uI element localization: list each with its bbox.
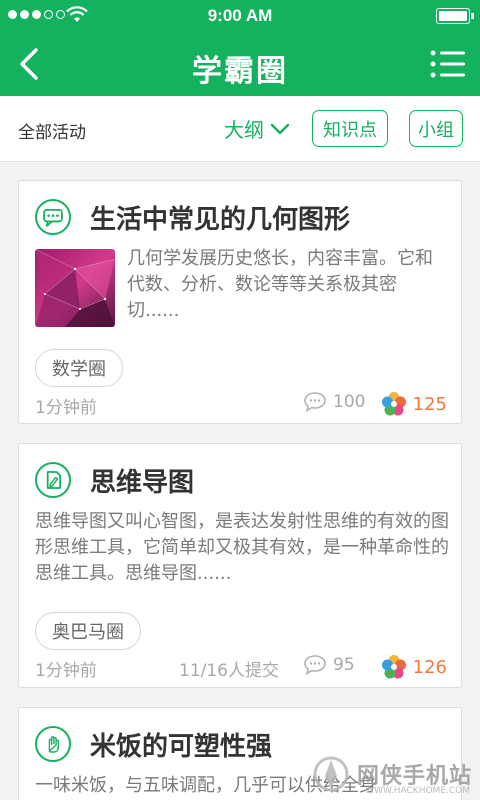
post-title[interactable]: 思维导图 xyxy=(90,462,194,499)
post-description: 思维导图又叫心智图，是表达发射性思维的有效的图形思维工具，它简单却又极其有效，是… xyxy=(35,511,449,584)
post-time: 1分钟前 xyxy=(35,661,97,681)
likes-count[interactable]: 126 xyxy=(381,654,447,680)
flower-like-icon xyxy=(381,655,406,679)
post-card[interactable]: 思维导图 思维导图又叫心智图，是表达发射性思维的有效的图形思维工具，它简单却又极… xyxy=(18,443,462,688)
post-time: 1分钟前 xyxy=(35,398,97,418)
post-title[interactable]: 生活中常见的几何图形 xyxy=(90,199,350,236)
submission-count: 11/16人提交 xyxy=(179,661,279,681)
back-arrow-icon[interactable] xyxy=(12,44,52,84)
comments-count[interactable]: 95 xyxy=(303,654,355,676)
watermark-url: WWW.HACKHOME.COM xyxy=(365,786,470,796)
circle-tag[interactable]: 奥巴马圈 xyxy=(35,612,141,650)
comments-count[interactable]: 100 xyxy=(303,391,365,413)
status-time: 9:00 AM xyxy=(207,6,273,25)
battery-icon xyxy=(436,8,474,24)
post-card[interactable]: 生活中常见的几何图形 几何学发展历史悠长，内容丰富。它和代数、分析、数论等等关系… xyxy=(18,180,462,424)
outline-dropdown[interactable]: 大纲 xyxy=(224,114,290,143)
likes-value: 126 xyxy=(412,656,447,678)
post-description: 几何学发展历史悠长，内容丰富。它和代数、分析、数论等等关系极其密切...... xyxy=(127,248,433,321)
hand-icon xyxy=(35,726,71,762)
status-bar: 9:00 AM xyxy=(0,0,480,32)
likes-count[interactable]: 125 xyxy=(381,391,447,417)
post-thumbnail-image xyxy=(35,249,115,327)
comment-icon xyxy=(304,655,326,676)
chat-bubble-icon xyxy=(35,199,71,235)
post-footer: 1分钟前 100 125 xyxy=(35,391,447,419)
flower-like-icon xyxy=(381,392,406,416)
watermark-logo-icon xyxy=(313,756,349,792)
post-footer: 1分钟前 11/16人提交 95 126 xyxy=(35,654,447,682)
pencil-doc-icon xyxy=(35,462,71,498)
watermark: 网侠手机站 WWW.HACKHOME.COM xyxy=(311,754,472,796)
filter-bar: 全部活动 大纲 知识点 小组 xyxy=(0,96,480,162)
circle-tag[interactable]: 数学圈 xyxy=(35,349,123,387)
comment-icon xyxy=(304,392,326,413)
comments-value: 100 xyxy=(333,392,366,412)
knowledge-point-button[interactable]: 知识点 xyxy=(312,110,388,147)
outline-label: 大纲 xyxy=(224,118,264,142)
comments-value: 95 xyxy=(333,655,355,675)
likes-value: 125 xyxy=(412,393,447,415)
page-title: 学霸圈 xyxy=(192,54,288,89)
chevron-down-icon xyxy=(270,123,290,134)
list-menu-icon[interactable] xyxy=(430,48,466,80)
group-button[interactable]: 小组 xyxy=(409,110,463,147)
nav-bar: 学霸圈 xyxy=(0,32,480,96)
all-activities-label[interactable]: 全部活动 xyxy=(18,118,86,143)
post-title[interactable]: 米饭的可塑性强 xyxy=(90,726,272,763)
